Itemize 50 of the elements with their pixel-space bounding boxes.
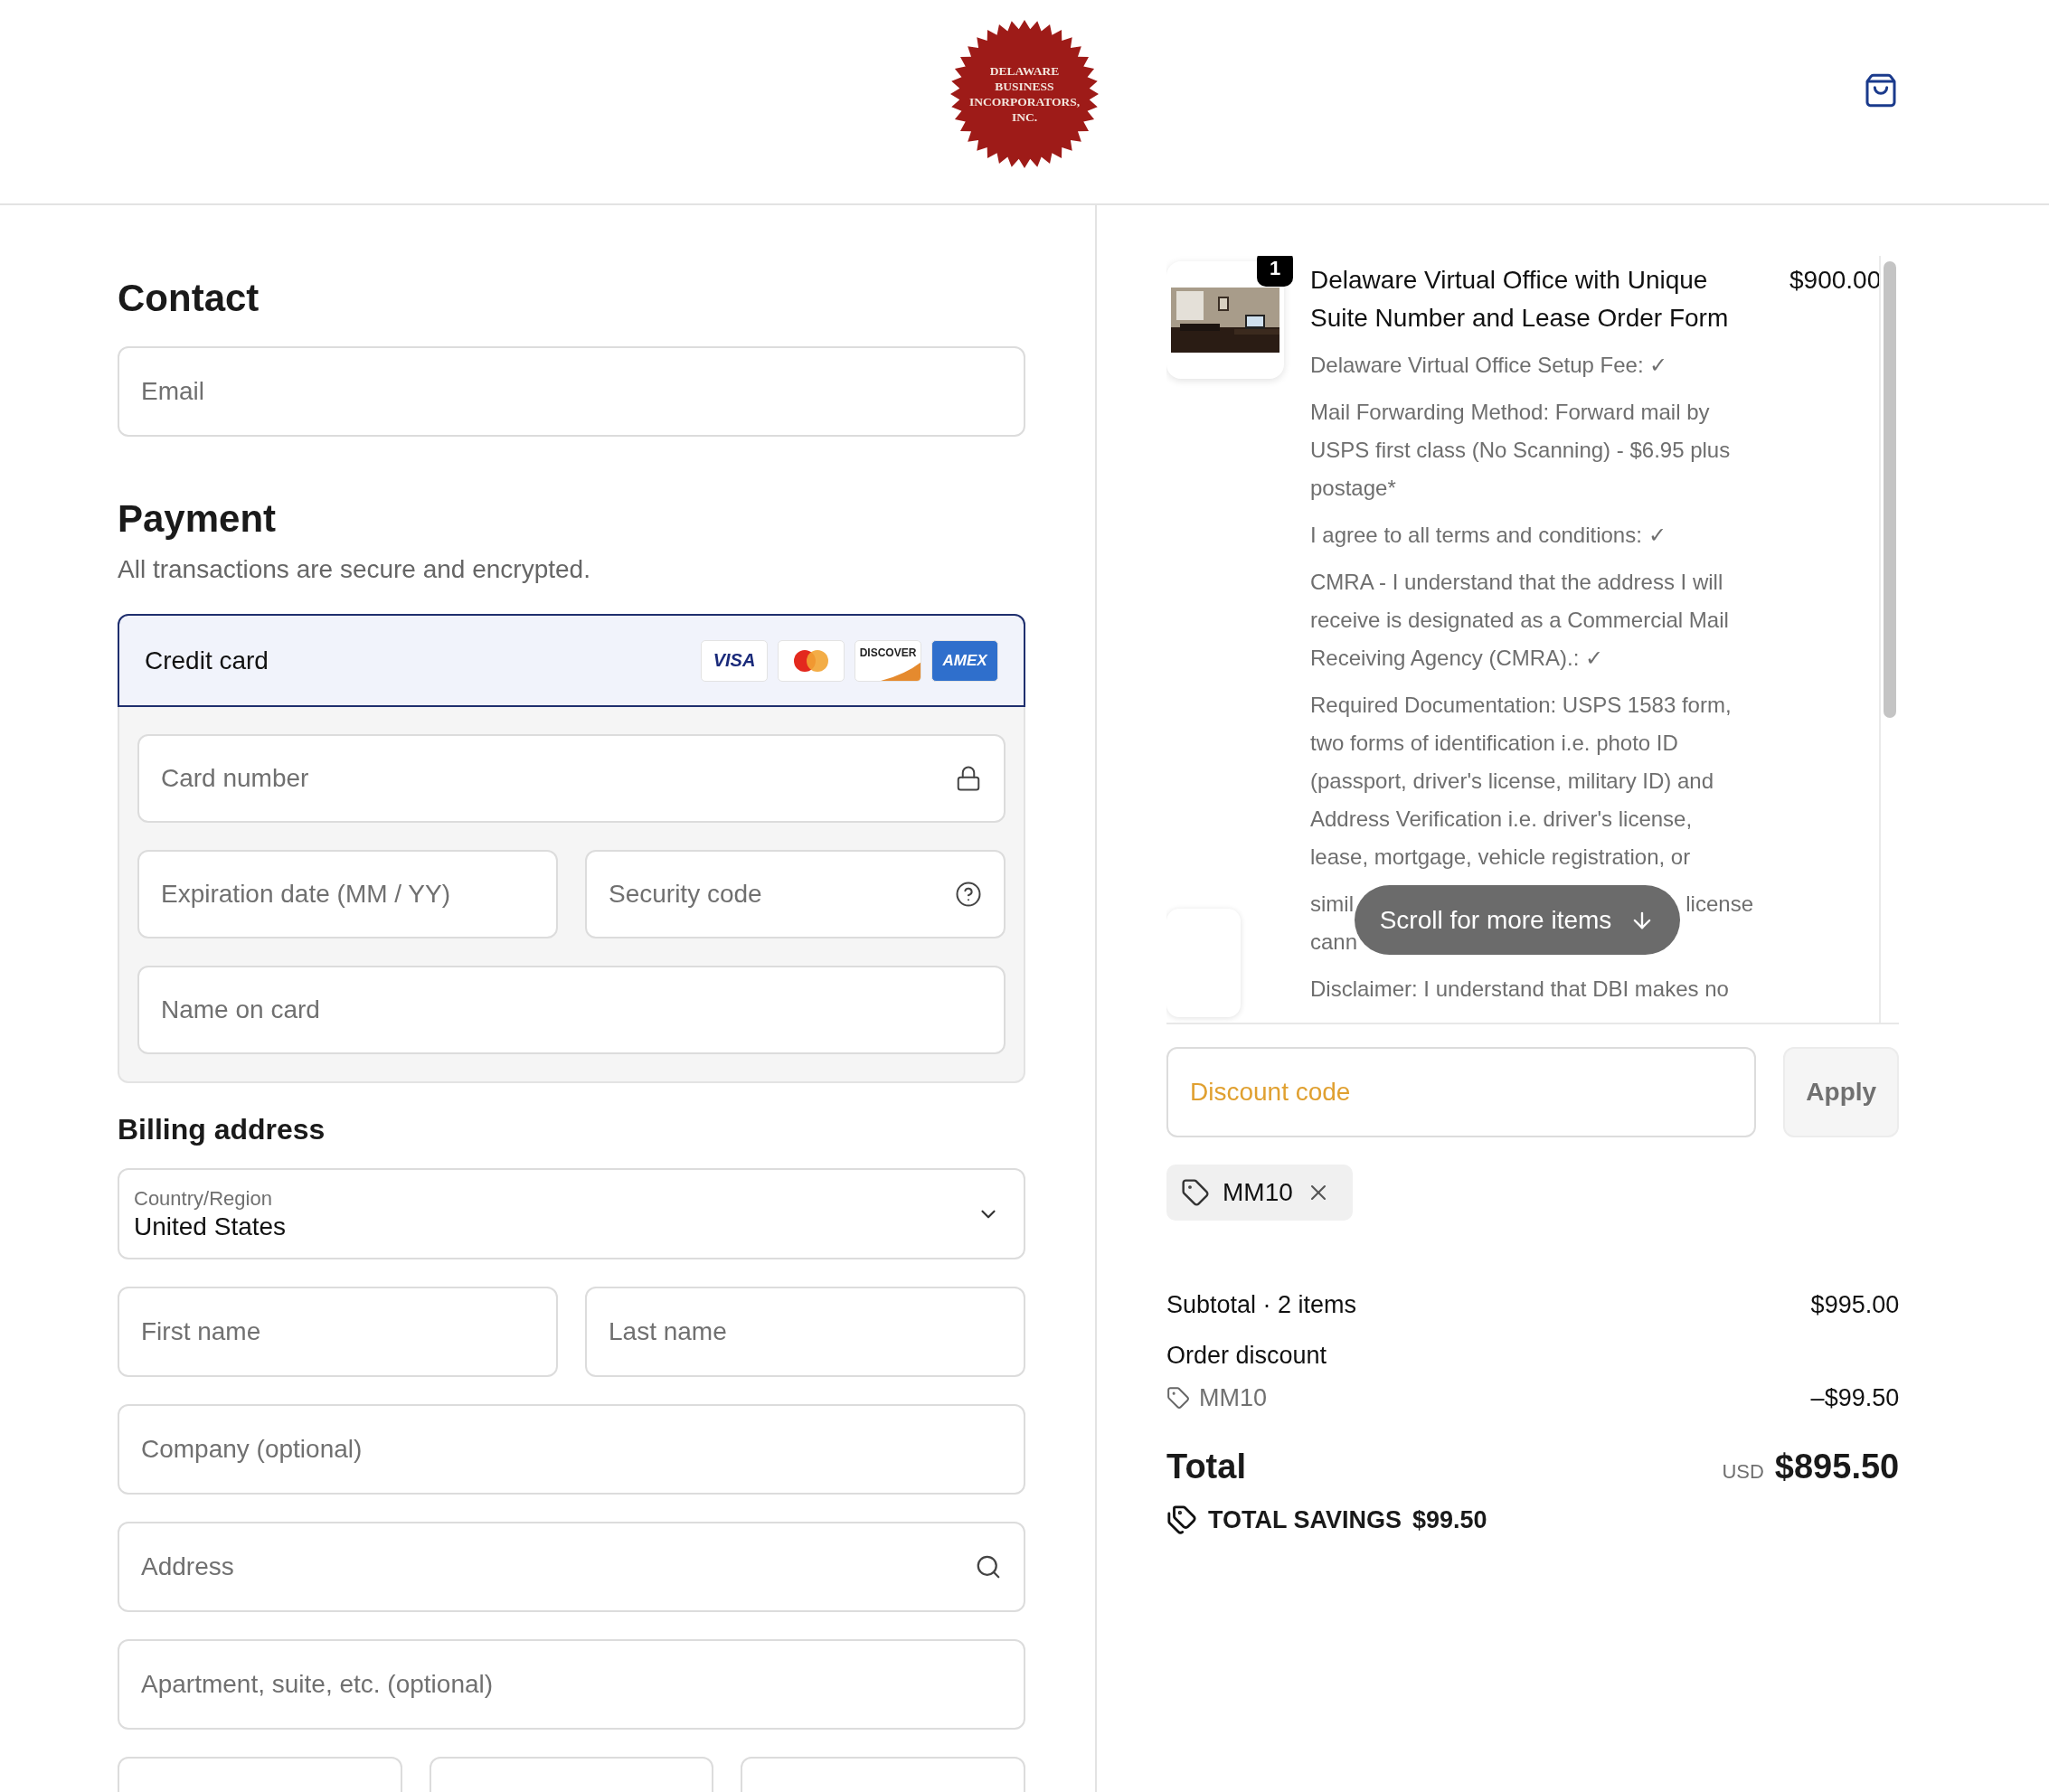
product-title: Delaware Virtual Office with Unique Suite Number and Lease Order Form: [1310, 265, 1730, 334]
tag-icon: [1166, 1386, 1190, 1410]
product-option-text: simil: [1310, 891, 1354, 918]
product-option-text: CMRA - I understand that the address I will receive is designated as a Commercial Mail Receiving Agency (CMRA).: ✓: [1310, 569, 1730, 672]
summary-label: Subtotal · 2 items: [1166, 1290, 1357, 1320]
total-label: Total: [1166, 1448, 1246, 1486]
tag-icon: [1181, 1178, 1210, 1207]
quantity-badge: 1: [1257, 256, 1293, 287]
help-icon[interactable]: [955, 881, 982, 908]
currency-code: USD: [1722, 1460, 1764, 1484]
card-input-field[interactable]: Card number: [137, 734, 1006, 823]
section-heading: Billing address: [118, 1112, 326, 1146]
product-price: $900.00: [1789, 265, 1880, 296]
logo-text: DELAWARE BUSINESS INCORPORATORS, INC.: [968, 62, 1081, 125]
email-field[interactable]: Email: [118, 346, 1025, 437]
search-icon[interactable]: [975, 1553, 1002, 1580]
summary-value: $995.00: [1810, 1290, 1900, 1320]
country-select[interactable]: Country/Region United States: [118, 1168, 1025, 1259]
discount-code: MM10: [1223, 1178, 1293, 1207]
address-input-field[interactable]: Apartment, suite, etc. (optional): [118, 1639, 1025, 1730]
product-option-text: Delaware Virtual Office Setup Fee: ✓: [1310, 352, 1669, 379]
summary-label: Order discount: [1166, 1341, 1327, 1371]
product-option-text: Mail Forwarding Method: Forward mail by USPS first class (No Scanning) - $6.95 plus postage*: [1310, 399, 1732, 502]
section-heading: Contact: [118, 276, 260, 321]
credit-card-option[interactable]: Credit card VISA DISCOVER AMEX: [118, 614, 1025, 707]
card-input-field[interactable]: Expiration date (MM / YY): [137, 850, 558, 938]
amex-logo: AMEX: [931, 639, 998, 682]
visa-logo: VISA: [701, 639, 768, 682]
savings-label: TOTAL SAVINGS: [1208, 1505, 1402, 1534]
discover-logo: DISCOVER: [855, 639, 921, 682]
discount-code: MM10: [1199, 1383, 1267, 1413]
address-input-field[interactable]: Address: [118, 1522, 1025, 1612]
section-heading: Payment: [118, 496, 278, 542]
address-input-field[interactable]: First name: [118, 1287, 558, 1377]
starburst-seal-icon: [950, 19, 1099, 168]
payment-subtitle: All transactions are secure and encrypted.: [118, 554, 591, 585]
summary-value: –$99.50: [1810, 1383, 1900, 1413]
savings-value: $99.50: [1412, 1505, 1487, 1534]
discount-code-field[interactable]: Discount code: [1166, 1047, 1757, 1137]
total-value: $895.50: [1774, 1448, 1900, 1486]
apply-button[interactable]: Apply: [1783, 1047, 1900, 1137]
tags-icon: [1166, 1504, 1197, 1535]
card-input-field[interactable]: Name on card: [137, 966, 1006, 1054]
lock-icon: [955, 765, 982, 792]
address-input-field[interactable]: Company (optional): [118, 1404, 1025, 1495]
product-option-text: I agree to all terms and conditions: ✓: [1310, 522, 1667, 549]
product-option-text: Disclaimer: I understand that DBI makes no: [1310, 976, 1730, 1003]
address-input-field[interactable]: Last name: [585, 1287, 1025, 1377]
card-input-field[interactable]: Security code: [585, 850, 1006, 938]
product-option-text: license: [1685, 891, 1753, 918]
